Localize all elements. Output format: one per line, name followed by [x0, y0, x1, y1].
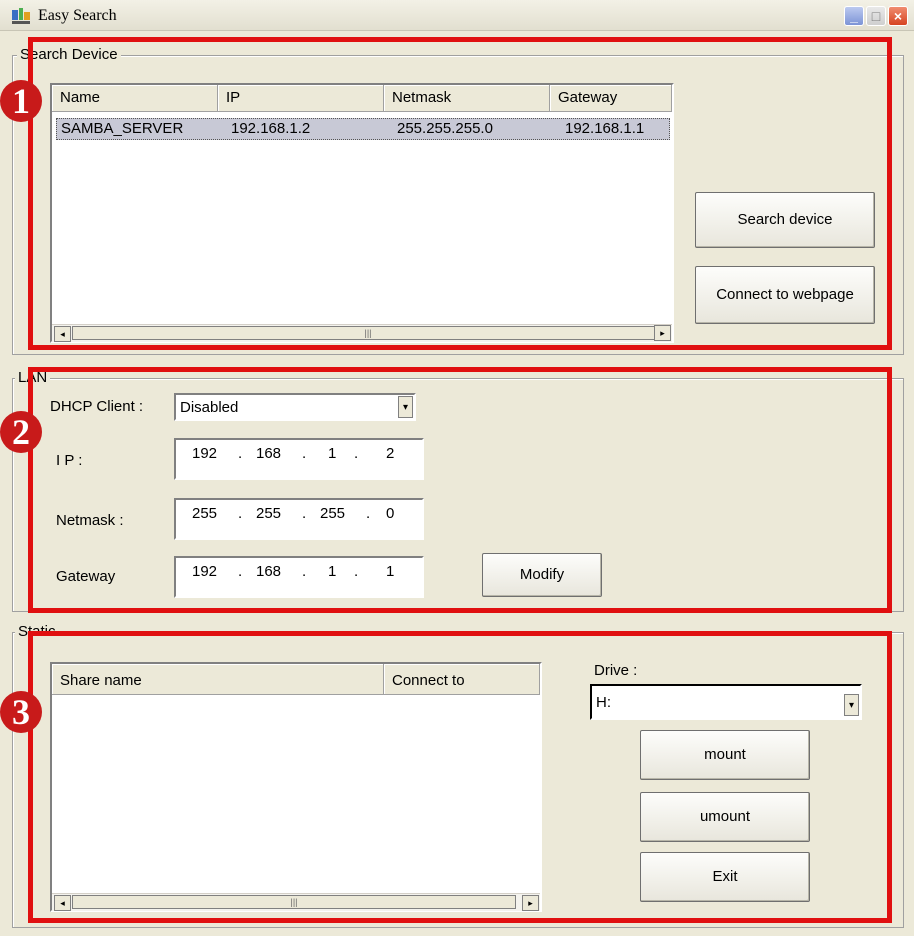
drive-select[interactable]: H: ▾ — [590, 684, 862, 720]
column-header-ip[interactable]: IP — [218, 85, 384, 111]
badge-3: 3 — [0, 691, 42, 733]
badge-2: 2 — [0, 411, 42, 453]
cell-netmask: 255.255.255.0 — [397, 120, 493, 137]
gateway-field[interactable]: 192 . 168 . 1 . 1 — [174, 556, 424, 598]
gateway-label: Gateway — [56, 568, 116, 585]
column-header-netmask[interactable]: Netmask — [384, 85, 550, 111]
dhcp-client-label: DHCP Client : — [50, 398, 144, 415]
ip-address-field[interactable]: 192 . 168 . 1 . 2 — [174, 438, 424, 480]
dhcp-client-select[interactable]: Disabled ▾ — [174, 393, 416, 421]
column-header-name[interactable]: Name — [52, 85, 218, 111]
app-icon — [12, 8, 30, 24]
cell-gateway: 192.168.1.1 — [565, 120, 645, 137]
exit-button[interactable]: Exit — [640, 852, 810, 902]
chevron-down-icon[interactable]: ▾ — [844, 694, 859, 716]
close-icon: × — [893, 8, 903, 24]
cell-name: SAMBA_SERVER — [61, 120, 184, 137]
ip-octet-3[interactable]: 1 — [328, 445, 336, 462]
device-list-header: Name IP Netmask Gateway — [52, 85, 672, 112]
connect-to-webpage-button[interactable]: Connect to webpage — [695, 266, 875, 324]
share-list[interactable]: Share name Connect to ◂ ||| ▸ — [50, 662, 542, 912]
maximize-button[interactable]: □ — [866, 6, 886, 26]
ip-dot: . — [302, 505, 307, 522]
scroll-right-arrow-icon[interactable]: ▸ — [654, 325, 671, 341]
scroll-right-arrow-icon[interactable]: ▸ — [522, 895, 539, 911]
dhcp-client-value: Disabled — [180, 399, 239, 416]
ip-octet-1[interactable]: 192 — [192, 445, 217, 462]
title-bar[interactable]: Easy Search _ □ × — [0, 0, 914, 31]
netmask-octet-2[interactable]: 255 — [256, 505, 281, 522]
static-legend: Static — [15, 623, 59, 640]
netmask-octet-1[interactable]: 255 — [192, 505, 217, 522]
maximize-icon: □ — [871, 8, 881, 24]
gateway-octet-4[interactable]: 1 — [386, 563, 394, 580]
netmask-field[interactable]: 255 . 255 . 255 . 0 — [174, 498, 424, 540]
minimize-icon: _ — [850, 8, 858, 24]
ip-dot: . — [238, 445, 243, 462]
search-device-button[interactable]: Search device — [695, 192, 875, 248]
chevron-down-icon[interactable]: ▾ — [398, 396, 413, 418]
scroll-thumb[interactable]: ||| — [72, 326, 664, 340]
umount-button[interactable]: umount — [640, 792, 810, 842]
badge-1: 1 — [0, 80, 42, 122]
ip-dot: . — [354, 563, 359, 580]
lan-legend: LAN — [15, 369, 51, 386]
ip-dot: . — [366, 505, 371, 522]
share-list-hscrollbar[interactable]: ◂ ||| ▸ — [52, 893, 540, 911]
search-device-legend: Search Device — [17, 46, 121, 63]
drive-label: Drive : — [594, 662, 638, 679]
ip-dot: . — [302, 445, 307, 462]
gateway-octet-2[interactable]: 168 — [256, 563, 281, 580]
close-button[interactable]: × — [888, 6, 908, 26]
ip-dot: . — [238, 563, 243, 580]
drive-value: H: — [596, 694, 611, 711]
scroll-left-arrow-icon[interactable]: ◂ — [54, 326, 71, 342]
ip-dot: . — [302, 563, 307, 580]
device-list-hscrollbar[interactable]: ◂ ||| ▸ — [52, 324, 672, 342]
column-header-gateway[interactable]: Gateway — [550, 85, 672, 111]
column-header-share-name[interactable]: Share name — [52, 664, 384, 694]
ip-octet-2[interactable]: 168 — [256, 445, 281, 462]
ip-dot: . — [354, 445, 359, 462]
ip-dot: . — [238, 505, 243, 522]
column-header-connect-to[interactable]: Connect to — [384, 664, 540, 694]
netmask-octet-4[interactable]: 0 — [386, 505, 394, 522]
share-list-header: Share name Connect to — [52, 664, 540, 695]
easy-search-window: Easy Search _ □ × Search Device Name IP … — [0, 0, 914, 936]
cell-ip: 192.168.1.2 — [231, 120, 311, 137]
scroll-left-arrow-icon[interactable]: ◂ — [54, 895, 71, 911]
ip-octet-4[interactable]: 2 — [386, 445, 394, 462]
ip-label: I P : — [56, 452, 83, 469]
device-list[interactable]: Name IP Netmask Gateway SAMBA_SERVER 192… — [50, 83, 674, 343]
gateway-octet-3[interactable]: 1 — [328, 563, 336, 580]
gateway-octet-1[interactable]: 192 — [192, 563, 217, 580]
scroll-thumb[interactable]: ||| — [72, 895, 516, 909]
netmask-octet-3[interactable]: 255 — [320, 505, 345, 522]
mount-button[interactable]: mount — [640, 730, 810, 780]
modify-button[interactable]: Modify — [482, 553, 602, 597]
table-row[interactable]: SAMBA_SERVER 192.168.1.2 255.255.255.0 1… — [56, 118, 670, 140]
lan-group: LAN — [12, 369, 904, 612]
minimize-button[interactable]: _ — [844, 6, 864, 26]
window-title: Easy Search — [38, 7, 117, 24]
netmask-label: Netmask : — [56, 512, 124, 529]
